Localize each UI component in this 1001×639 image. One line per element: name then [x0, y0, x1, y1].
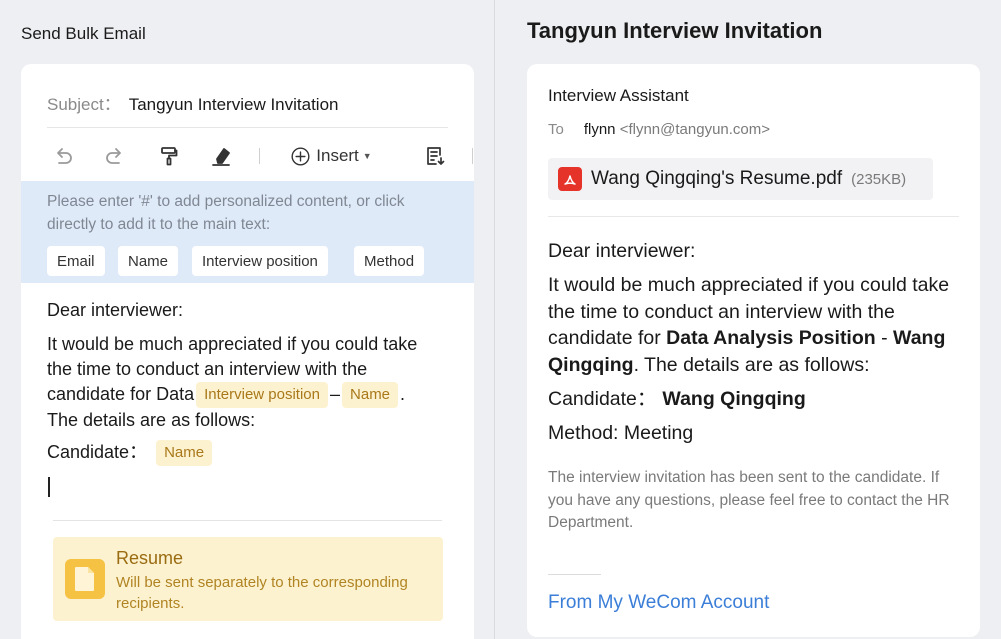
preview-divider [548, 216, 959, 217]
resume-attachment-notice: Resume Will be sent separately to the co… [53, 537, 443, 621]
preview-pane: Tangyun Interview Invitation Interview A… [507, 0, 1001, 639]
attachment-item[interactable]: Wang Qingqing's Resume.pdf (235KB) [548, 158, 933, 200]
toolbar-separator [259, 148, 260, 164]
subject-divider [47, 127, 448, 128]
resume-title: Resume [116, 548, 184, 568]
subject-row[interactable]: Subject： Tangyun Interview Invitation [47, 90, 339, 115]
personalization-hint-panel: Please enter '#' to add personalized con… [21, 181, 474, 283]
template-button[interactable] [419, 140, 451, 172]
editor-divider [53, 520, 442, 521]
editor-toolbar: Insert ▼ [47, 140, 473, 172]
preview-position: Data Analysis Position [666, 327, 876, 349]
toolbar-separator [472, 148, 473, 164]
variable-tag-name[interactable]: Name [342, 382, 399, 409]
preview-body-dash: - [875, 327, 894, 349]
variable-tag-interview-position[interactable]: Interview position [196, 382, 328, 409]
body-line: It would be much appreciated if you coul… [47, 334, 418, 354]
compose-pane: Send Bulk Email Subject： Tangyun Intervie… [0, 0, 494, 639]
insert-dropdown[interactable]: Insert ▼ [283, 140, 379, 172]
preview-greeting: Dear interviewer: [548, 240, 696, 262]
preview-title: Tangyun Interview Invitation [527, 18, 823, 43]
body-text-segment: . [400, 384, 406, 404]
preview-card: Interview Assistant To flynn <flynn@tangy… [527, 64, 980, 637]
body-paragraph[interactable]: It would be much appreciated if you coul… [47, 332, 462, 433]
chevron-down-icon: ▼ [362, 151, 372, 161]
text-cursor [48, 477, 50, 497]
template-icon [427, 147, 445, 165]
recipient-email: <flynn@tangyun.com> [619, 121, 771, 138]
format-painter-button[interactable] [153, 140, 185, 172]
file-icon [65, 559, 105, 599]
attachment-name: Wang Qingqing's Resume.pdf [591, 168, 843, 189]
preview-candidate-label: Candidate： [548, 388, 657, 410]
chip-interview-position[interactable]: Interview position [192, 246, 328, 276]
body-line: The details are as follows: [47, 410, 256, 431]
recipient-row: To flynn <flynn@tangyun.com> [548, 121, 770, 138]
attachment-size: (235KB) [851, 170, 907, 188]
preview-candidate-value: Wang Qingqing [662, 388, 806, 410]
preview-method-line: Method: Meeting [548, 422, 694, 444]
candidate-label: Candidate： [47, 442, 148, 462]
compose-title: Send Bulk Email [21, 24, 146, 43]
pane-divider [494, 0, 495, 639]
body-line: candidate for Data Interview position – Nam… [47, 382, 462, 409]
chip-name[interactable]: Name [118, 246, 179, 276]
format-painter-icon [161, 147, 178, 166]
body-greeting[interactable]: Dear interviewer: [47, 298, 183, 323]
insert-label: Insert [316, 146, 359, 165]
undo-icon [57, 148, 72, 164]
to-label: To [548, 121, 564, 138]
body-text-segment: – [330, 384, 341, 404]
pdf-icon [558, 167, 582, 191]
preview-body-text: . The details are as follows: [633, 353, 870, 376]
footer-divider [548, 574, 601, 575]
clear-format-button[interactable] [205, 140, 237, 172]
subject-input[interactable]: Tangyun Interview Invitation [129, 95, 339, 114]
editor-card: Subject： Tangyun Interview Invitation Ins… [21, 64, 474, 639]
recipient-name: flynn [583, 121, 616, 138]
eraser-icon [212, 148, 230, 166]
undo-button[interactable] [47, 140, 79, 172]
preview-note: The interview invitation has been sent t… [548, 469, 950, 531]
chip-method[interactable]: Method [354, 246, 425, 276]
redo-button[interactable] [99, 140, 131, 172]
preview-candidate-line: Candidate： Wang Qingqing [548, 386, 958, 413]
body-line: the time to conduct an interview with th… [47, 359, 368, 379]
redo-icon [106, 148, 121, 164]
preview-body: It would be much appreciated if you coul… [548, 272, 958, 378]
chip-email[interactable]: Email [47, 246, 105, 276]
body-text-segment: candidate for Data [47, 384, 195, 404]
resume-subtitle: Will be sent separately to the correspon… [116, 574, 408, 612]
hint-text: Please enter '#' to add personalized con… [47, 193, 405, 233]
subject-label: Subject： [47, 95, 121, 114]
variable-tag-name[interactable]: Name [156, 440, 213, 467]
candidate-line[interactable]: Candidate： Name [47, 440, 214, 467]
wecom-account-link[interactable]: From My WeCom Account [548, 592, 769, 614]
plus-circle-icon [291, 146, 310, 166]
sender-name: Interview Assistant [548, 86, 689, 105]
